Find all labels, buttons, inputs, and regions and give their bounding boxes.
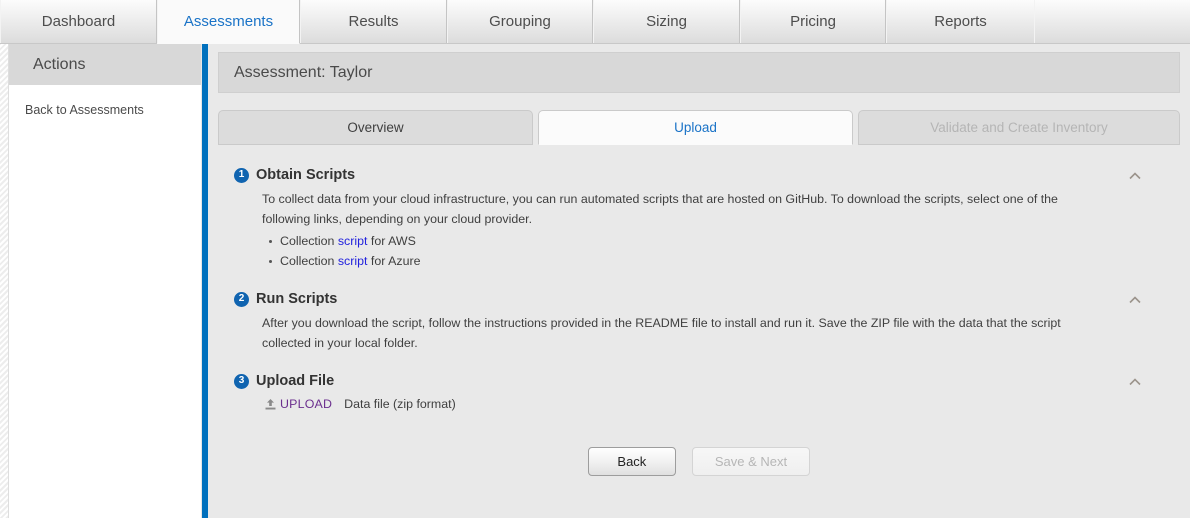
azure-suffix: for Azure: [367, 254, 421, 268]
step-1-script-links: Collection script for AWS Collection scr…: [262, 231, 1078, 271]
upload-link[interactable]: UPLOAD: [280, 397, 332, 411]
tab-pricing[interactable]: Pricing: [740, 0, 886, 43]
chevron-up-icon-step-3[interactable]: [1128, 377, 1142, 387]
step-3-number-badge: 3: [234, 373, 249, 389]
save-and-next-button: Save & Next: [691, 447, 811, 476]
tab-overview[interactable]: Overview: [218, 110, 533, 145]
tab-assessments[interactable]: Assessments: [157, 0, 300, 44]
chevron-up-icon-step-2[interactable]: [1128, 295, 1142, 305]
tab-sizing-label: Sizing: [646, 13, 687, 30]
step-obtain-scripts: 1 Obtain Scripts To collect data from yo…: [218, 167, 1180, 271]
tab-dashboard-label: Dashboard: [41, 13, 116, 30]
tab-validate-label: Validate and Create Inventory: [930, 120, 1108, 135]
step-2-header: 2 Run Scripts: [218, 291, 1180, 307]
azure-script-link[interactable]: script: [338, 254, 368, 268]
main-content: Assessment: Taylor Overview Upload Valid…: [208, 44, 1190, 518]
step-upload-file: 3 Upload File UPLOAD Data file (zip form…: [218, 373, 1180, 411]
tab-upload-label: Upload: [674, 120, 717, 135]
tab-bar-filler: [1034, 0, 1190, 43]
aws-script-link[interactable]: script: [338, 234, 368, 248]
back-button[interactable]: Back: [587, 447, 676, 476]
step-2-title: Run Scripts: [256, 291, 338, 307]
step-run-scripts: 2 Run Scripts After you download the scr…: [218, 291, 1180, 353]
wizard-footer: Back Save & Next: [218, 447, 1180, 476]
tab-results[interactable]: Results: [300, 0, 447, 43]
chevron-up-icon-step-1[interactable]: [1128, 171, 1142, 181]
sidebar-links: Back to Assessments: [9, 85, 201, 518]
tab-results-label: Results: [348, 13, 399, 30]
tab-grouping-label: Grouping: [489, 13, 551, 30]
tab-overview-label: Overview: [347, 120, 404, 135]
actions-sidebar: Actions Back to Assessments: [9, 44, 202, 518]
upload-control-row: UPLOAD Data file (zip format): [218, 389, 1180, 411]
tab-sizing[interactable]: Sizing: [593, 0, 740, 43]
page-body: Actions Back to Assessments Assessment: …: [8, 44, 1190, 518]
upload-steps: 1 Obtain Scripts To collect data from yo…: [218, 145, 1180, 411]
tab-validate-and-create-inventory: Validate and Create Inventory: [858, 110, 1180, 145]
step-2-paragraph: After you download the script, follow th…: [262, 316, 1061, 350]
tab-upload[interactable]: Upload: [538, 110, 853, 145]
step-1-paragraph: To collect data from your cloud infrastr…: [262, 192, 1058, 226]
sidebar-item-back-to-assessments[interactable]: Back to Assessments: [25, 101, 201, 119]
list-item-azure-script: Collection script for Azure: [269, 251, 1078, 271]
page-title: Assessment: Taylor: [218, 52, 1180, 93]
step-1-body: To collect data from your cloud infrastr…: [218, 183, 1078, 271]
tab-pricing-label: Pricing: [790, 13, 836, 30]
step-2-number-badge: 2: [234, 291, 249, 307]
list-item-aws-script: Collection script for AWS: [269, 231, 1078, 251]
tab-reports[interactable]: Reports: [886, 0, 1034, 43]
tab-grouping[interactable]: Grouping: [447, 0, 593, 43]
tab-reports-label: Reports: [934, 13, 987, 30]
step-3-header: 3 Upload File: [218, 373, 1180, 389]
app-window: Dashboard Assessments Results Grouping S…: [0, 0, 1190, 518]
azure-prefix: Collection: [280, 254, 338, 268]
step-2-body: After you download the script, follow th…: [218, 307, 1088, 353]
upload-arrow-icon: [264, 398, 277, 411]
upload-format-note: Data file (zip format): [344, 397, 456, 411]
wizard-tab-bar: Overview Upload Validate and Create Inve…: [218, 110, 1180, 145]
tab-dashboard[interactable]: Dashboard: [0, 0, 157, 43]
step-3-title: Upload File: [256, 373, 335, 389]
aws-prefix: Collection: [280, 234, 338, 248]
aws-suffix: for AWS: [367, 234, 416, 248]
step-1-header: 1 Obtain Scripts: [218, 167, 1180, 183]
step-1-number-badge: 1: [234, 167, 249, 183]
tab-assessments-label: Assessments: [183, 13, 274, 30]
step-1-title: Obtain Scripts: [256, 167, 356, 183]
sidebar-title: Actions: [9, 44, 201, 85]
primary-tab-bar: Dashboard Assessments Results Grouping S…: [0, 0, 1190, 44]
